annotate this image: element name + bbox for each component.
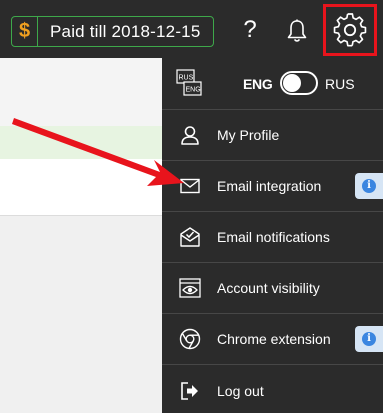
settings-button[interactable] <box>323 4 377 56</box>
menu-item-label: Email notifications <box>217 229 330 245</box>
info-button[interactable]: i <box>355 173 383 199</box>
menu-item-account-visibility[interactable]: Account visibility <box>162 263 383 314</box>
help-button[interactable]: ? <box>239 14 261 46</box>
menu-item-email-integration[interactable]: Email integration i <box>162 161 383 212</box>
menu-item-email-notifications[interactable]: Email notifications <box>162 212 383 263</box>
svg-text:RUS: RUS <box>179 75 194 82</box>
bell-icon[interactable] <box>286 19 308 43</box>
eye-icon <box>178 276 202 300</box>
menu-item-label: Account visibility <box>217 280 320 296</box>
menu-item-log-out[interactable]: Log out <box>162 365 383 413</box>
chrome-icon <box>178 327 202 351</box>
envelope-check-icon <box>178 225 202 249</box>
menu-item-label: Log out <box>217 382 264 399</box>
language-toggle[interactable] <box>280 71 318 95</box>
page-background-top <box>0 58 162 126</box>
envelope-icon <box>178 174 202 198</box>
menu-item-chrome-extension[interactable]: Chrome extension i <box>162 314 383 365</box>
info-icon: i <box>362 179 376 193</box>
page-content-row <box>0 159 162 216</box>
screenshot-stage: $ Paid till 2018-12-15 ? RUS ENG ENG RUS… <box>0 0 383 413</box>
dollar-icon: $ <box>12 17 38 46</box>
gear-icon <box>333 13 367 47</box>
paid-status-badge[interactable]: $ Paid till 2018-12-15 <box>11 16 214 47</box>
top-bar: $ Paid till 2018-12-15 ? <box>0 0 383 58</box>
paid-status-label: Paid till 2018-12-15 <box>50 21 201 41</box>
menu-item-label: Email integration <box>217 178 322 194</box>
settings-dropdown-menu: RUS ENG ENG RUS My Profile Email integra… <box>162 58 383 413</box>
language-rus-label[interactable]: RUS <box>325 76 355 92</box>
language-eng-label[interactable]: ENG <box>243 76 273 92</box>
language-switch-row: RUS ENG ENG RUS <box>162 58 383 110</box>
page-highlight-row <box>0 126 162 159</box>
menu-item-label: Chrome extension <box>217 331 331 347</box>
page-background-bottom <box>0 216 162 413</box>
menu-item-my-profile[interactable]: My Profile <box>162 110 383 161</box>
info-button[interactable]: i <box>355 326 383 352</box>
svg-text:ENG: ENG <box>186 87 201 94</box>
language-icon: RUS ENG <box>176 69 202 97</box>
toggle-knob <box>283 74 301 92</box>
menu-item-label: My Profile <box>217 127 280 143</box>
user-icon <box>178 123 202 147</box>
info-icon: i <box>362 332 376 346</box>
logout-icon <box>178 379 202 403</box>
